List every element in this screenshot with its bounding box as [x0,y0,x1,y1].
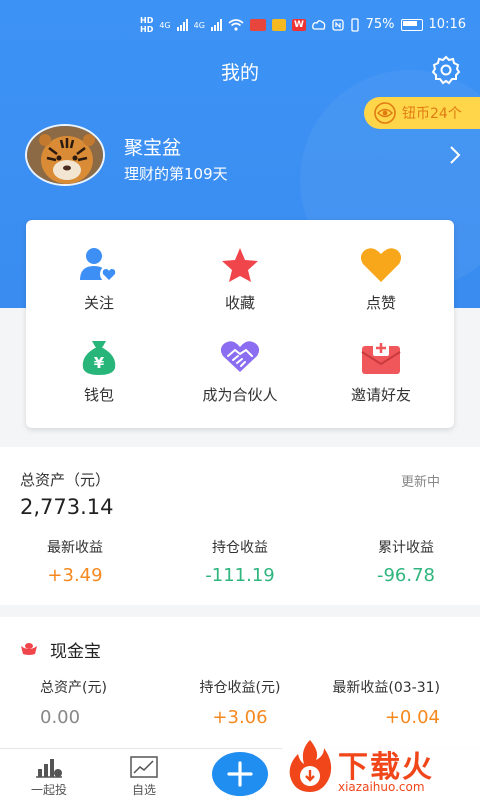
status-right: 75% 10:16 [331,17,466,32]
watermark-url: xiazaihuo.com [338,780,425,794]
invite-envelope-icon [361,340,401,374]
user-heart-icon [80,248,118,283]
stat-label: 持仓收益(元) [199,680,281,696]
quick-action-label: 邀请好友 [350,386,411,404]
quick-action-label: 点赞 [365,294,396,312]
cash-holding-stat: 持仓收益(元) +3.06 [190,677,290,728]
quick-action-wallet[interactable]: ¥ 钱包 [39,338,159,405]
page-title: 我的 [220,62,259,84]
signal-1-icon [176,19,188,31]
w-app-icon: W [291,19,306,31]
nav-watchlist[interactable]: 自选 [109,755,179,798]
cash-treasure-title: 现金宝 [50,642,101,662]
add-button[interactable] [212,752,268,796]
sim2-label: HD [140,25,154,34]
ingot-icon [21,643,37,655]
quick-action-label: 关注 [83,294,114,312]
stat-label: 最新收益(03-31) [332,680,440,696]
eye-coin-icon [374,102,396,124]
watermark: 下载火 xiazaihuo.com [282,736,480,800]
battery-icon [400,18,423,31]
cash-treasure-section[interactable]: 现金宝 总资产(元) 0.00 持仓收益(元) +3.06 最新收益(03-31… [0,617,480,749]
stat-value: +3.06 [212,707,268,728]
cloud-icon [312,20,326,30]
quick-action-label: 钱包 [83,386,114,404]
quick-action-invite[interactable]: 邀请好友 [321,338,441,405]
stat-label: 持仓收益 [212,540,268,556]
chevron-right-icon[interactable] [446,144,464,166]
signal-2-icon [210,19,222,31]
handshake-icon [220,341,260,372]
plus-icon [227,761,253,787]
bar-chart-icon [36,759,62,778]
stat-value: 0.00 [40,707,81,728]
coins-badge[interactable]: 钮币24个 [364,97,480,129]
trend-chart-icon [130,756,158,778]
status-icons: HD HD 4G 4G W [140,16,326,34]
status-bar: HD HD 4G 4G W 75% 10:16 [0,0,480,52]
sim-labels: HD HD [140,16,153,34]
wifi-icon [228,19,244,31]
stat-label: 最新收益 [47,540,103,556]
username[interactable]: 聚宝盆 [124,133,181,160]
flame-logo-icon [289,740,332,792]
nav-invest-together[interactable]: 一起投 [14,755,84,798]
quick-action-follow[interactable]: 关注 [39,246,159,313]
cumulative-earnings-stat: 累计收益 -96.78 [326,537,480,586]
quick-action-favorites[interactable]: 收藏 [180,246,300,313]
clock: 10:16 [428,17,466,32]
net1-label: 4G [159,20,171,30]
vibrate-icon [350,17,359,32]
nav-label: 自选 [131,783,156,797]
cash-total-stat: 总资产(元) 0.00 [40,677,107,728]
coins-label: 钮币24个 [402,106,462,122]
stat-value: -96.78 [376,565,436,586]
stat-value: +3.49 [47,565,103,586]
total-assets-label: 总资产（元） [20,471,111,489]
latest-earnings-stat: 最新收益 +3.49 [0,537,155,586]
stat-label: 总资产(元) [40,680,107,696]
battery-percent: 75% [365,17,395,32]
stat-value: -111.19 [205,565,275,586]
net2-label: 4G [193,20,205,30]
investing-days: 理财的第109天 [124,165,228,183]
total-assets-value: 2,773.14 [20,495,114,519]
update-status: 更新中 [400,475,440,490]
holding-earnings-stat: 持仓收益 -111.19 [160,537,320,586]
quick-actions-card: 关注 收藏 点赞 ¥ 钱包 成为合伙人 邀请好友 [26,220,454,428]
quick-action-partner[interactable]: 成为合伙人 [180,338,300,405]
assets-section[interactable]: 总资产（元） 更新中 2,773.14 最新收益 +3.49 持仓收益 -111… [0,447,480,605]
star-icon [222,248,258,282]
svg-text:¥: ¥ [94,354,105,372]
quick-action-label: 收藏 [224,294,255,312]
sim1-label: HD [140,16,154,25]
quick-action-likes[interactable]: 点赞 [321,246,441,313]
heart-icon [360,248,402,282]
app-notification-icon [249,19,266,31]
nfc-icon [331,18,344,31]
stat-label: 累计收益 [378,540,434,556]
mail-notification-icon [271,19,286,31]
money-bag-icon: ¥ [82,341,116,375]
quick-action-label: 成为合伙人 [202,386,278,404]
nav-label: 一起投 [30,783,67,797]
avatar[interactable] [25,124,105,186]
cash-latest-stat: 最新收益(03-31) +0.04 [314,677,440,728]
settings-gear-icon[interactable] [430,54,462,86]
stat-value: +0.04 [384,707,440,728]
